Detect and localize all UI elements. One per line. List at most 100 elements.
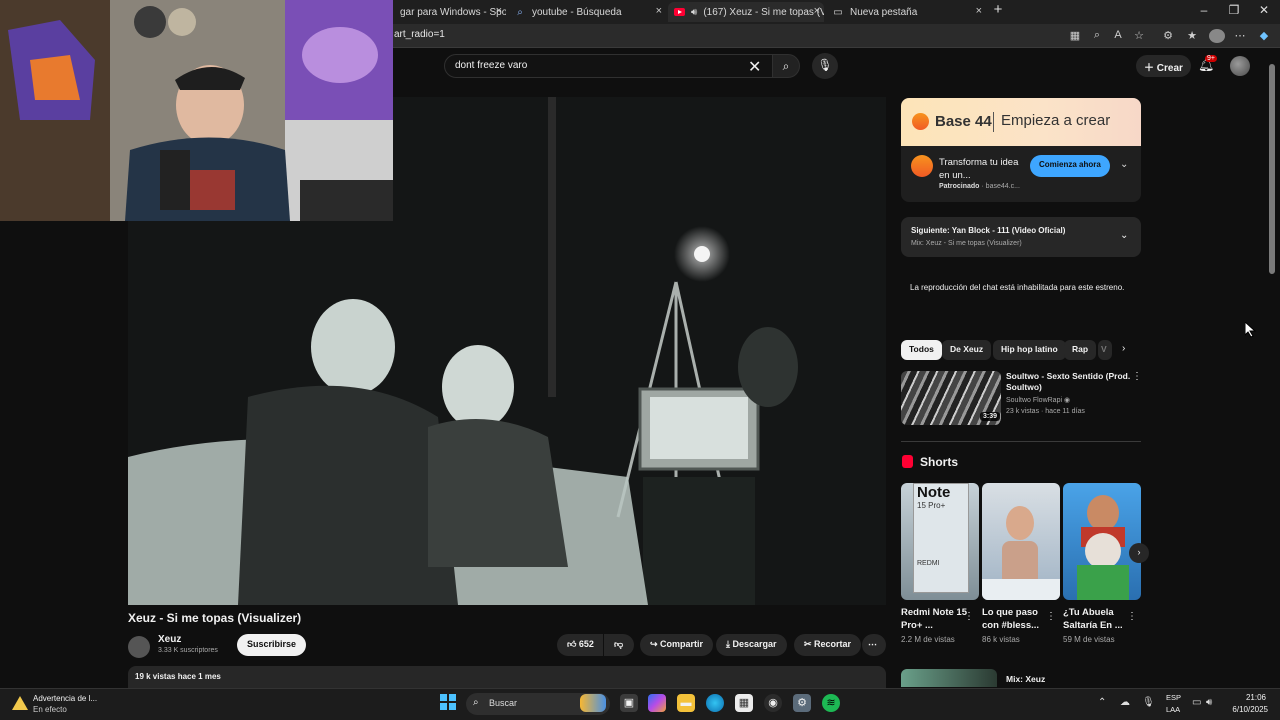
chip-hip-hop[interactable]: Hip hop latino — [993, 340, 1066, 360]
network-icon[interactable]: ☁ — [1120, 697, 1130, 708]
create-button[interactable]: ＋ Crear — [1136, 55, 1191, 77]
clock-date[interactable]: 6/10/2025 — [1222, 705, 1268, 714]
channel-name[interactable]: Xeuz — [158, 634, 181, 645]
new-tab-button[interactable]: + — [988, 1, 1008, 18]
chevron-down-icon[interactable]: ⌄ — [1120, 230, 1128, 241]
recommended-title[interactable]: Soultwo - Sexto Sentido (Prod. Soultwo) — [1006, 371, 1131, 393]
chevron-up-icon[interactable]: ⌃ — [1098, 697, 1106, 708]
download-button[interactable]: ⤓ Descargar — [716, 634, 787, 656]
chevron-right-icon[interactable]: › — [1129, 543, 1149, 563]
ad-cta-button[interactable]: Comienza ahora — [1030, 155, 1110, 177]
chevron-right-icon[interactable]: › — [1122, 343, 1125, 354]
ad-advertiser-icon — [911, 155, 933, 177]
short-title[interactable]: Lo que paso con #bless... — [982, 606, 1048, 632]
profile-avatar[interactable] — [1209, 29, 1225, 43]
tab-title: (167) Xeuz - Si me topas (Vi — [703, 6, 824, 18]
close-icon[interactable]: × — [656, 5, 662, 17]
mix-title[interactable]: Mix: Xeuz — [1006, 674, 1045, 684]
channel-avatar[interactable] — [128, 636, 150, 658]
thumbs-up-icon: 👍︎ — [567, 639, 579, 649]
more-menu-icon[interactable]: ⋯ — [1233, 29, 1247, 42]
close-icon[interactable]: × — [976, 5, 982, 17]
chip-more[interactable]: V — [1098, 340, 1112, 360]
chrome-icon[interactable]: ◉ — [764, 694, 782, 712]
settings-icon[interactable]: ⚙ — [793, 694, 811, 712]
chip-from-xeuz[interactable]: De Xeuz — [942, 340, 992, 360]
clip-button[interactable]: ✂ Recortar — [794, 634, 862, 656]
voice-search-button[interactable]: 🎙︎ — [812, 53, 838, 79]
chip-all[interactable]: Todos — [901, 340, 942, 360]
scrollbar-thumb[interactable] — [1269, 64, 1275, 274]
widget-icon[interactable] — [580, 694, 606, 712]
chevron-down-icon[interactable]: ⌄ — [1120, 159, 1128, 170]
short-thumb-subtext: 15 Pro+ — [917, 501, 946, 510]
share-label: Compartir — [660, 639, 704, 649]
base44-logo-icon — [912, 113, 929, 130]
short-title[interactable]: Redmi Note 15 Pro+ ... — [901, 606, 967, 632]
tab-youtube-video[interactable]: 🔊︎ (167) Xeuz - Si me topas (Vi × — [668, 2, 824, 22]
collections-icon[interactable]: ★ — [1185, 29, 1199, 42]
account-avatar[interactable] — [1230, 56, 1250, 76]
restore-button[interactable]: ❐ — [1224, 3, 1244, 17]
edge-browser-icon[interactable] — [706, 694, 724, 712]
up-next-box[interactable] — [901, 217, 1141, 257]
kebab-menu-icon[interactable]: ⋮ — [1127, 611, 1137, 622]
youtube-icon — [674, 6, 685, 18]
short-thumbnail[interactable] — [982, 483, 1060, 600]
clip-label: Recortar — [814, 639, 852, 649]
search-input[interactable]: dont freeze varo — [444, 54, 774, 78]
clock-time[interactable]: 21:06 — [1222, 693, 1266, 702]
display-icon[interactable]: ▭ — [1192, 697, 1201, 708]
short-thumb-brand: REDMI — [917, 560, 940, 567]
minimize-button[interactable]: – — [1194, 3, 1214, 17]
keyboard-layout[interactable]: LAA — [1166, 705, 1180, 714]
store-icon[interactable]: ▦ — [735, 694, 753, 712]
keyboard-language[interactable]: ESP — [1166, 693, 1181, 702]
mix-thumbnail[interactable] — [901, 669, 997, 687]
zoom-icon[interactable]: ⌕ — [1090, 29, 1104, 42]
close-icon[interactable]: × — [496, 5, 502, 17]
short-title[interactable]: ¿Tu Abuela Saltaría En ... — [1063, 606, 1129, 632]
subscribe-button[interactable]: Suscribirse — [237, 634, 307, 656]
url-field[interactable]: art_radio=1 — [394, 29, 445, 40]
tab-new[interactable]: ▭ Nueva pestaña × — [826, 2, 986, 22]
tab-youtube-search[interactable]: ⌕ youtube - Búsqueda × — [508, 2, 666, 22]
plus-icon: ＋ — [1144, 63, 1157, 74]
volume-icon[interactable]: 🔊︎ — [1206, 697, 1212, 708]
favorite-star-icon[interactable]: ☆ — [1132, 29, 1146, 42]
weather-warning-title[interactable]: Advertencia de l... — [33, 694, 97, 703]
shorts-heading: Shorts — [920, 455, 959, 469]
read-aloud-icon[interactable]: A — [1111, 29, 1125, 41]
short-thumbnail[interactable]: Note 15 Pro+ REDMI — [901, 483, 979, 600]
close-icon[interactable]: × — [814, 5, 820, 17]
recommended-channel: Soultwo FlowRapi ◉ — [1006, 396, 1070, 404]
share-button[interactable]: ↪ Compartir — [640, 634, 714, 656]
up-next-title: Siguiente: Yan Block - 111 (Video Oficia… — [911, 226, 1066, 235]
microphone-icon[interactable]: 🎙︎ — [1142, 697, 1155, 708]
windows-start-icon[interactable] — [439, 694, 457, 712]
notification-badge: 9+ — [1205, 55, 1217, 62]
short-thumbnail[interactable] — [1063, 483, 1141, 600]
warning-icon — [12, 696, 28, 710]
chip-rap[interactable]: Rap — [1064, 340, 1097, 360]
kebab-menu-icon[interactable]: ⋮ — [1132, 371, 1142, 382]
extensions-icon[interactable]: ⚙ — [1161, 29, 1175, 42]
close-window-button[interactable]: ✕ — [1254, 3, 1274, 17]
kebab-menu-icon[interactable]: ⋮ — [1046, 611, 1056, 622]
file-explorer-icon[interactable]: ▬ — [677, 694, 695, 712]
copilot-app-icon[interactable] — [648, 694, 666, 712]
dislike-button[interactable]: 👎︎ — [604, 634, 634, 656]
app-available-icon[interactable]: ▦ — [1068, 29, 1082, 42]
more-actions-button[interactable]: ⋯ — [862, 634, 886, 656]
search-button[interactable]: ⌕ — [772, 54, 800, 78]
task-view-icon[interactable]: ▣ — [620, 694, 638, 712]
microphone-icon: 🎙︎ — [817, 58, 833, 72]
copilot-icon[interactable]: ◆ — [1257, 29, 1271, 42]
kebab-menu-icon[interactable]: ⋮ — [964, 611, 974, 622]
like-button[interactable]: 👍︎ 652 — [557, 634, 603, 656]
speaker-icon[interactable]: 🔊︎ — [691, 6, 697, 18]
clear-search-icon[interactable]: ✕ — [748, 57, 761, 77]
sponsored-label: Patrocinado — [939, 183, 980, 190]
spotify-icon[interactable]: ≋ — [822, 694, 840, 712]
tab-spotify[interactable]: gar para Windows - Spotif × — [394, 2, 506, 22]
